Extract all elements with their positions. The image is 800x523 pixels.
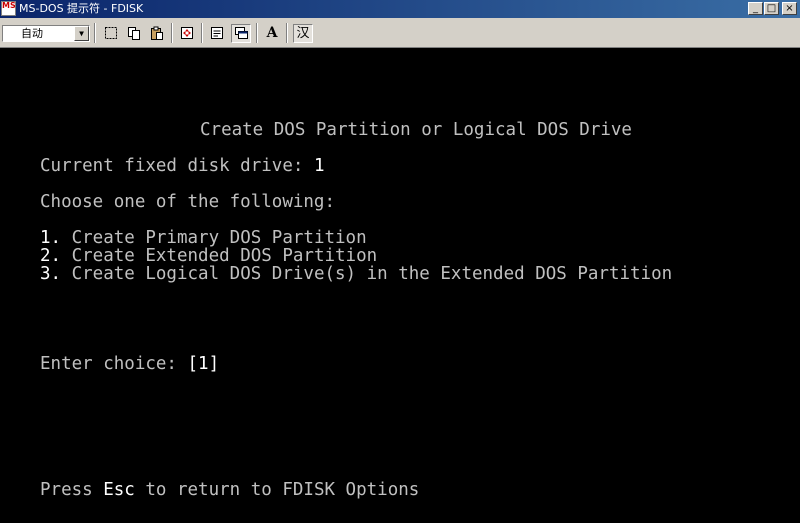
copy-icon — [128, 27, 140, 40]
toolbar-divider — [171, 23, 173, 43]
mark-icon — [105, 27, 117, 39]
font-size-value: 自动 — [21, 27, 43, 40]
background-icon — [235, 27, 248, 39]
fullscreen-icon — [181, 27, 193, 39]
menu-option-number: 1. — [40, 228, 62, 248]
close-button[interactable]: × — [782, 2, 797, 15]
menu-option-text: Create Extended DOS Partition — [61, 246, 378, 266]
properties-icon — [211, 27, 223, 39]
footer-instruction: Press Esc to return to FDISK Options — [40, 481, 419, 499]
page-title: Create DOS Partition or Logical DOS Driv… — [200, 120, 632, 140]
window-title: MS-DOS 提示符 - FDISK — [19, 2, 144, 15]
font-button[interactable]: A — [262, 24, 282, 43]
footer-press: Press — [40, 480, 104, 500]
chevron-down-icon[interactable]: ▼ — [74, 26, 89, 41]
copy-button[interactable] — [124, 24, 144, 43]
font-size-select[interactable]: 自动 ▼ — [2, 25, 90, 42]
toolbar-divider — [94, 23, 96, 43]
enter-choice-line: Enter choice: [1] — [40, 355, 219, 373]
menu-option-2: 2. Create Extended DOS Partition — [40, 247, 377, 265]
properties-button[interactable] — [207, 24, 227, 43]
footer-rest: to return to FDISK Options — [134, 480, 420, 500]
menu-option-1: 1. Create Primary DOS Partition — [40, 229, 367, 247]
choose-prompt: Choose one of the following: — [40, 192, 336, 212]
toolbar-divider — [256, 23, 258, 43]
background-button[interactable] — [231, 24, 251, 43]
menu-option-text: Create Primary DOS Partition — [61, 228, 367, 248]
ime-icon: 汉 — [296, 26, 310, 41]
menu-option-text: Create Logical DOS Drive(s) in the Exten… — [61, 264, 673, 284]
msdos-app-icon[interactable]: MS — [1, 1, 16, 16]
title-bar[interactable]: MS MS-DOS 提示符 - FDISK _ □ × — [0, 0, 800, 18]
current-drive-label: Current fixed disk drive: — [40, 156, 314, 176]
current-drive-line: Current fixed disk drive: 1 — [40, 157, 324, 175]
fullscreen-button[interactable] — [177, 24, 197, 43]
paste-button[interactable] — [147, 24, 167, 43]
toolbar: 自动 ▼ A 汉 — [0, 18, 800, 48]
ime-button[interactable]: 汉 — [293, 24, 313, 43]
menu-option-number: 3. — [40, 264, 62, 284]
esc-key-label: Esc — [103, 480, 135, 500]
toolbar-divider — [286, 23, 288, 43]
mark-button[interactable] — [101, 24, 121, 43]
font-icon: A — [266, 25, 278, 41]
minimize-button[interactable]: _ — [748, 2, 763, 15]
maximize-button[interactable]: □ — [764, 2, 779, 15]
menu-option-3: 3. Create Logical DOS Drive(s) in the Ex… — [40, 265, 672, 283]
current-drive-value: 1 — [313, 156, 325, 176]
paste-icon — [151, 26, 163, 40]
menu-option-number: 2. — [40, 246, 62, 266]
choice-input[interactable]: [1] — [188, 354, 220, 374]
enter-choice-label: Enter choice: — [40, 354, 188, 374]
console-screen[interactable]: Create DOS Partition or Logical DOS Driv… — [0, 49, 800, 523]
toolbar-divider — [201, 23, 203, 43]
